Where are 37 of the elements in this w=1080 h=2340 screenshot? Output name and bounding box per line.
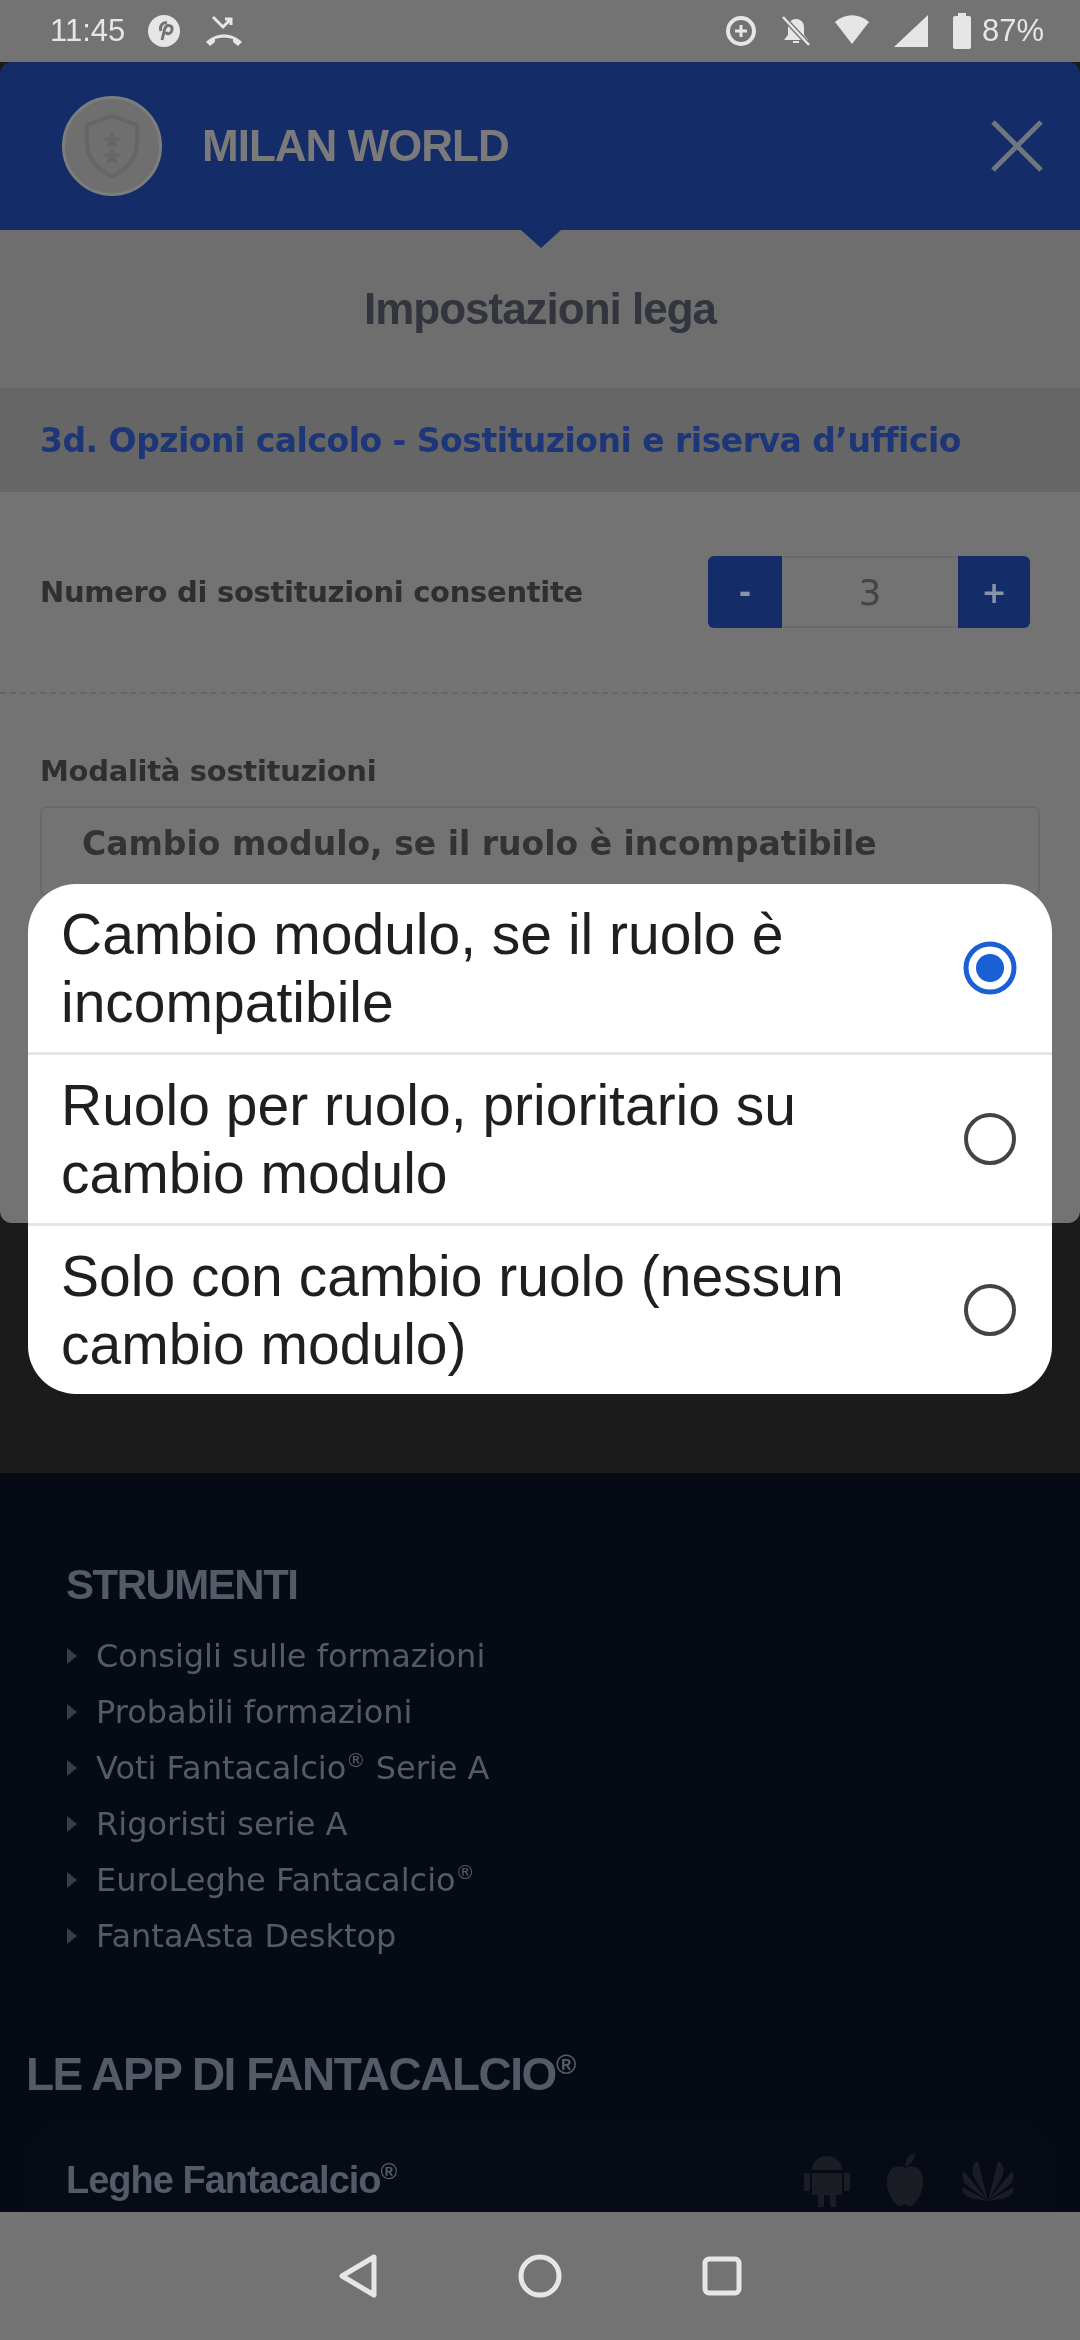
bell-off-icon [779, 14, 812, 48]
setting-label: Numero di sostituzioni consentite [40, 575, 583, 609]
caret-icon [66, 1871, 78, 1889]
footer-link[interactable]: EuroLeghe Fantacalcio$^{®}$ [96, 1861, 475, 1899]
battery-icon [951, 13, 972, 49]
option-row[interactable]: Ruolo per ruolo, prioritario su cambio modulo [28, 1052, 1052, 1223]
caret-icon [66, 1647, 78, 1665]
caret-icon [66, 1703, 78, 1721]
recents-icon[interactable] [702, 2256, 742, 2296]
radio-button[interactable] [962, 1282, 1018, 1338]
footer-link[interactable]: Consigli sulle formazioni [96, 1637, 486, 1675]
sync-icon [723, 14, 758, 48]
caret-icon [66, 1759, 78, 1777]
home-icon[interactable] [518, 2254, 562, 2298]
footer-link[interactable]: Probabili formazioni [96, 1693, 413, 1731]
page-title: Impostazioni lega [363, 284, 717, 334]
section-title: 3d. Opzioni calcolo - Sostituzioni e riserva d’ufficio [40, 420, 961, 460]
footer-link[interactable]: Rigoristi serie A [96, 1805, 348, 1843]
close-icon[interactable] [990, 119, 1044, 173]
field-label: Modalità sostituzioni [40, 754, 377, 788]
radio-button[interactable] [962, 940, 1018, 996]
battery-percent: 87% [981, 13, 1044, 49]
decrement-button[interactable]: - [708, 556, 782, 628]
back-icon[interactable] [338, 2254, 378, 2298]
footer-link[interactable]: Voti Fantacalcio$^{®}$ Serie A [96, 1749, 490, 1787]
caret-icon [66, 1815, 78, 1833]
pinterest-icon [147, 14, 182, 48]
apps-heading: LE APP DI FANTACALCIO$^{®}$ [25, 2047, 577, 2101]
increment-button[interactable]: + [958, 556, 1030, 628]
app-name[interactable]: Leghe Fantacalcio$^{®}$ [66, 2158, 804, 2202]
footer-heading: STRUMENTI [65, 1561, 299, 1609]
footer-link[interactable]: FantaAsta Desktop [96, 1917, 397, 1955]
league-name: MILAN WORLD [202, 121, 510, 171]
radio-button[interactable] [962, 1111, 1018, 1167]
option-row[interactable]: Solo con cambio ruolo (nessun cambio modulo) [28, 1223, 1052, 1394]
caret-icon [66, 1927, 78, 1945]
clock: 11:45 [50, 13, 126, 49]
